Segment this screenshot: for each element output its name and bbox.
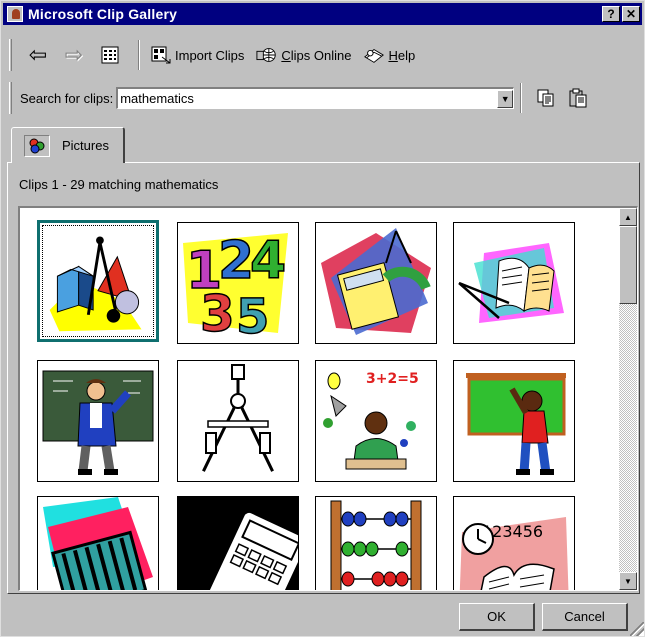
pictures-icon [24,134,50,157]
clip-thumbnail[interactable]: 12435 [177,222,299,344]
toolbar-separator [138,40,140,70]
all-categories-icon [101,46,119,64]
geometry-clipart-icon [49,236,142,332]
clip-grid: 12435 3+2=5 123456 [20,208,616,590]
clip-thumbnail[interactable] [315,222,437,344]
category-tabs: Pictures [11,127,125,163]
clip-thumbnail[interactable] [453,222,575,344]
clip-thumbnail[interactable] [37,220,159,342]
back-button[interactable]: ⇦ [20,41,56,69]
copy-icon [537,89,554,107]
scroll-down-button[interactable]: ▼ [619,572,637,590]
help-book-icon [363,45,385,65]
svg-text:5: 5 [236,289,269,343]
help-label: Help [388,47,416,63]
help-title-button[interactable]: ? [602,6,620,22]
chevron-down-icon: ▼ [500,93,510,104]
search-separator [520,83,523,113]
clip-thumbnail[interactable]: 3+2=5 [315,360,437,482]
child-chalkboard-clipart-icon [466,373,566,475]
scroll-thumb[interactable] [619,226,637,304]
clip-thumbnail[interactable]: 123456 [453,496,575,590]
import-clips-button[interactable]: Import Clips [150,41,244,69]
teacher-clipart-icon [42,370,154,475]
search-input[interactable] [118,91,498,106]
student-thinking-clipart-icon: 3+2=5 [323,371,419,470]
ok-button[interactable]: OK [459,603,535,631]
scroll-up-icon: ▲ [624,212,632,222]
abacus-clipart-icon [330,500,422,590]
calculator-protractor-clipart-icon [321,228,431,335]
clip-thumbnail[interactable] [177,496,299,590]
toolbar-grip[interactable] [9,39,12,71]
clips-online-icon [256,45,278,65]
search-combo[interactable]: ▼ [116,87,515,109]
clip-thumbnail[interactable] [177,360,299,482]
book-compass-clipart-icon [458,243,564,323]
tab-pictures[interactable]: Pictures [11,127,125,163]
dialog-footer: OK Cancel [1,599,645,637]
clip-thumbnail[interactable] [315,496,437,590]
tab-pictures-label: Pictures [62,138,109,153]
equation-text: 3+2=5 [366,371,419,387]
cancel-button[interactable]: Cancel [542,603,628,631]
back-arrow-icon: ⇦ [28,42,48,67]
compass-clipart-icon [199,364,277,474]
scroll-down-icon: ▼ [624,576,632,586]
copy-button[interactable] [532,84,560,112]
paste-icon [569,88,587,108]
abacus-tilted-clipart-icon [43,497,153,590]
size-grip[interactable] [630,622,644,636]
clip-thumbnail[interactable] [37,360,159,482]
all-categories-button[interactable] [92,41,128,69]
calculator-clipart-icon [178,497,298,590]
clip-thumbnail[interactable] [453,360,575,482]
title-bar[interactable]: Microsoft Clip Gallery ? ✕ [3,3,642,25]
toolbar: ⇦ ⇨ Import Clips Clips Online Help [5,33,640,77]
search-label: Search for clips: [20,90,114,106]
clip-thumbnail[interactable] [37,496,159,590]
results-summary: Clips 1 - 29 matching mathematics [19,177,219,192]
searchbar-grip[interactable] [9,82,12,114]
paste-button[interactable] [564,84,592,112]
scroll-up-button[interactable]: ▲ [619,208,637,226]
vertical-scrollbar[interactable]: ▲ ▼ [619,208,637,590]
clips-online-label: Clips Online [281,47,352,63]
svg-text:2: 2 [218,231,254,291]
clip-gallery-app-icon [7,6,23,22]
search-bar: Search for clips: ▼ [5,81,640,115]
import-clips-icon [150,45,172,65]
clips-online-button[interactable]: Clips Online [256,41,351,69]
close-button[interactable]: ✕ [622,6,640,22]
help-button[interactable]: Help [363,41,415,69]
clip-results-list: 12435 3+2=5 123456 ▲ ▼ [18,206,638,591]
svg-text:3: 3 [200,285,235,343]
forward-button[interactable]: ⇨ [56,41,92,69]
forward-arrow-icon: ⇨ [64,42,84,67]
svg-text:4: 4 [250,231,286,291]
numbers-clipart-icon: 1243 5 [183,230,288,343]
search-dropdown-button[interactable]: ▼ [497,89,514,108]
clock-book-clipart-icon: 123456 [454,497,574,590]
window-title: Microsoft Clip Gallery [28,6,178,22]
clip-gallery-window: Microsoft Clip Gallery ? ✕ ⇦ ⇨ Import Cl… [0,0,645,637]
import-clips-label: Import Clips [175,47,245,63]
